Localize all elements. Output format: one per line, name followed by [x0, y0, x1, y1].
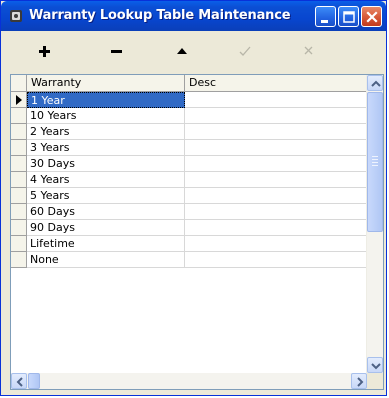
- cancel-edit-button[interactable]: [290, 35, 330, 67]
- vertical-scrollbar[interactable]: [366, 75, 383, 373]
- row-indicator: [11, 108, 27, 124]
- cell-desc[interactable]: [185, 140, 369, 156]
- delete-record-button[interactable]: [97, 35, 137, 67]
- table-row[interactable]: 5 Years: [11, 188, 369, 204]
- cell-desc[interactable]: [185, 108, 369, 124]
- vertical-scroll-thumb[interactable]: [367, 92, 383, 232]
- cell-desc[interactable]: [185, 124, 369, 140]
- grid-corner-header: [11, 75, 27, 92]
- title-bar[interactable]: Warranty Lookup Table Maintenance: [1, 1, 386, 31]
- cell-warranty[interactable]: 1 Year: [27, 92, 185, 108]
- row-indicator: [11, 220, 27, 236]
- close-button[interactable]: [361, 6, 382, 27]
- cell-desc[interactable]: [185, 188, 369, 204]
- row-indicator: [11, 124, 27, 140]
- post-edit-button[interactable]: [226, 35, 266, 67]
- scroll-left-button[interactable]: [11, 373, 27, 389]
- table-row[interactable]: 3 Years: [11, 140, 369, 156]
- chevron-up-icon: [371, 80, 381, 87]
- row-indicator: [11, 236, 27, 252]
- cell-desc[interactable]: [185, 204, 369, 220]
- cell-desc[interactable]: [185, 220, 369, 236]
- cell-warranty[interactable]: 10 Years: [27, 108, 185, 124]
- cell-warranty[interactable]: 2 Years: [27, 124, 185, 140]
- table-row[interactable]: 60 Days: [11, 204, 369, 220]
- scroll-right-button[interactable]: [351, 373, 367, 389]
- table-row[interactable]: None: [11, 252, 369, 268]
- minimize-button[interactable]: [315, 6, 336, 27]
- maximize-icon: [343, 11, 355, 23]
- column-header-desc[interactable]: Desc: [185, 75, 369, 92]
- cell-desc[interactable]: [185, 172, 369, 188]
- cell-desc[interactable]: [185, 92, 369, 108]
- scroll-down-button[interactable]: [367, 357, 383, 373]
- column-header-warranty[interactable]: Warranty: [27, 75, 185, 92]
- cell-warranty[interactable]: 90 Days: [27, 220, 185, 236]
- chevron-right-icon: [357, 377, 364, 387]
- cell-warranty[interactable]: Lifetime: [27, 236, 185, 252]
- row-indicator: [11, 140, 27, 156]
- cell-desc[interactable]: [185, 156, 369, 172]
- cell-warranty[interactable]: 5 Years: [27, 188, 185, 204]
- chevron-down-icon: [371, 363, 381, 370]
- edit-record-button[interactable]: [163, 35, 203, 67]
- row-indicator: [11, 172, 27, 188]
- plus-icon: [39, 46, 50, 57]
- row-indicator: [11, 252, 27, 268]
- app-icon: [10, 10, 22, 22]
- add-record-button[interactable]: [27, 35, 67, 67]
- table-row[interactable]: 2 Years: [11, 124, 369, 140]
- maximize-button[interactable]: [338, 6, 359, 27]
- table-row[interactable]: 10 Years: [11, 108, 369, 124]
- row-indicator: [11, 92, 27, 108]
- warranty-lookup-window: Warranty Lookup Table Maintenance Warran…: [0, 0, 387, 396]
- minimize-icon: [321, 20, 328, 23]
- cell-desc[interactable]: [185, 236, 369, 252]
- window-title: Warranty Lookup Table Maintenance: [29, 8, 291, 23]
- horizontal-scroll-thumb[interactable]: [28, 373, 40, 389]
- table-row[interactable]: 30 Days: [11, 156, 369, 172]
- row-indicator: [11, 188, 27, 204]
- grip-icon: [372, 156, 378, 166]
- table-row[interactable]: Lifetime: [11, 236, 369, 252]
- warranty-grid[interactable]: Warranty Desc 1 Year 10 Years 2 Years 3 …: [10, 74, 384, 390]
- scrollbar-corner: [367, 373, 383, 389]
- checkmark-icon: [239, 46, 251, 56]
- cell-warranty[interactable]: 3 Years: [27, 140, 185, 156]
- row-indicator: [11, 204, 27, 220]
- x-icon: [304, 46, 313, 55]
- close-icon: [366, 11, 378, 23]
- scroll-up-button[interactable]: [367, 75, 383, 91]
- cell-desc[interactable]: [185, 252, 369, 268]
- cell-warranty[interactable]: 60 Days: [27, 204, 185, 220]
- chevron-left-icon: [16, 377, 23, 387]
- cell-warranty[interactable]: 30 Days: [27, 156, 185, 172]
- triangle-up-icon: [177, 48, 187, 54]
- row-indicator: [11, 156, 27, 172]
- minus-icon: [111, 50, 122, 53]
- table-row[interactable]: 1 Year: [11, 92, 369, 108]
- table-row[interactable]: 90 Days: [11, 220, 369, 236]
- horizontal-scrollbar[interactable]: [11, 373, 367, 389]
- cell-warranty[interactable]: None: [27, 252, 185, 268]
- cell-warranty[interactable]: 4 Years: [27, 172, 185, 188]
- current-row-arrow-icon: [16, 95, 22, 105]
- table-row[interactable]: 4 Years: [11, 172, 369, 188]
- navigator-toolbar: [5, 33, 383, 69]
